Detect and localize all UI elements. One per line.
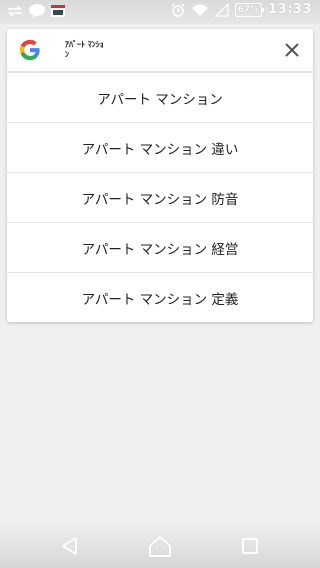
- status-bar: 67% 13:33: [0, 0, 320, 24]
- battery-icon: 67%: [234, 2, 264, 17]
- alarm-icon: [171, 2, 185, 17]
- suggestion-item[interactable]: アパート マンション 経営: [7, 222, 313, 272]
- suggestion-item[interactable]: アパート マンション 防音: [7, 172, 313, 222]
- notification-icons: [6, 3, 66, 19]
- suggestion-item[interactable]: アパート マンション 定義: [7, 272, 313, 322]
- back-icon[interactable]: [56, 532, 84, 560]
- search-bar[interactable]: ｱﾊﾟｰﾄ ﾏﾝｼｮﾝ: [7, 29, 313, 72]
- line-app-icon: [29, 4, 45, 18]
- close-icon[interactable]: [281, 39, 303, 61]
- signal-icon: [214, 2, 229, 17]
- mail-app-icon: [51, 5, 65, 17]
- transfer-icon: [8, 5, 22, 17]
- navigation-bar: [0, 524, 320, 568]
- system-icons: 67% 13:33: [171, 2, 312, 17]
- suggestion-item[interactable]: アパート マンション 違い: [7, 122, 313, 172]
- home-icon[interactable]: [146, 532, 174, 560]
- recents-icon[interactable]: [236, 532, 264, 560]
- search-query-text[interactable]: ｱﾊﾟｰﾄ ﾏﾝｼｮﾝ: [65, 40, 105, 60]
- wifi-icon: [191, 4, 208, 16]
- clock: 13:33: [268, 2, 312, 17]
- suggestion-item[interactable]: アパート マンション: [7, 72, 313, 122]
- search-suggestions-card: ｱﾊﾟｰﾄ ﾏﾝｼｮﾝ アパート マンション アパート マンション 違い アパー…: [7, 29, 313, 322]
- google-g-logo: [19, 39, 40, 61]
